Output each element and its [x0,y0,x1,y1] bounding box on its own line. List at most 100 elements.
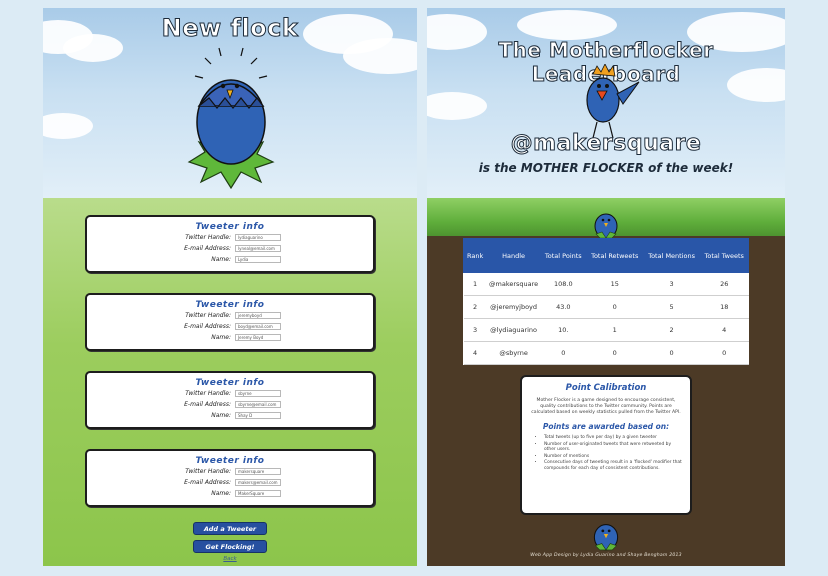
field-row-email: E-mail Address: lyneal@email.com [145,243,373,254]
winner-handle: @makersquare [510,131,702,157]
name-label: Name: [211,490,231,497]
table-row: 2 @jeremyjboyd 43.0 0 5 18 [463,295,749,319]
table-cell: 4 [699,318,749,342]
field-row-handle: Twitter Handle: makersquare [145,466,373,477]
table-cell: 3 [463,318,487,342]
handle-label: Twitter Handle: [185,468,231,475]
table-cell: 2 [463,295,487,319]
table-cell: @sbyrne [486,341,541,365]
table-cell: 18 [699,295,749,319]
handle-label: Twitter Handle: [185,234,231,241]
column-header: Handle [486,238,541,273]
email-input[interactable]: sbyrne@email.com [235,401,281,408]
table-cell: 43.0 [540,295,587,319]
list-item: Consecutive days of tweeting result in a… [544,460,682,471]
table-row: 1 @makersquare 108.0 15 3 26 [463,272,749,296]
tweeter-info-card: Tweeter info Twitter Handle: sbyrne E-mail … [85,371,375,429]
handle-input[interactable]: makersquare [235,468,281,475]
field-row-handle: Twitter Handle: jeremyboyd [145,310,373,321]
calibration-title: Point Calibration [565,383,647,393]
table-cell: 0 [586,341,644,365]
table-row: 3 @lydiaguarino 10. 1 2 4 [463,318,749,342]
email-label: E-mail Address: [184,401,231,408]
new-flock-panel: New flock Tweeter info Twitter Handle: lyd… [43,8,417,566]
table-cell: 0 [699,341,749,365]
calibration-description: Mother Flocker is a game designed to enc… [531,398,681,415]
handle-input[interactable]: sbyrne [235,390,281,397]
table-cell: 2 [643,318,700,342]
tweeter-info-card: Tweeter info Twitter Handle: makersquare E-… [85,449,375,507]
field-row-name: Name: Shay D [145,410,373,421]
name-input[interactable]: Shay D [235,412,281,419]
field-row-name: Name: Lydia [145,254,373,265]
back-link[interactable]: Back [213,556,247,562]
table-cell: @lydiaguarino [486,318,541,342]
name-input[interactable]: Lydia [235,256,281,263]
table-cell: 15 [586,272,644,296]
field-row-email: E-mail Address: makers@email.com [145,477,373,488]
footer-credit: Web App Design by Lydia Guarino and Shay… [530,553,682,558]
column-header: Total Retweets [585,238,644,273]
name-label: Name: [211,256,231,263]
crowned-bird-illustration [586,64,640,139]
table-cell: 108.0 [540,272,587,296]
page-title: New flock [161,14,299,43]
card-title: Tweeter info [195,300,265,310]
name-input[interactable]: MakerSquare [235,490,281,497]
table-cell: @jeremyjboyd [486,295,541,319]
table-cell: 0 [643,341,700,365]
tweeter-info-card: Tweeter info Twitter Handle: lydiaguarino E… [85,215,375,273]
email-label: E-mail Address: [184,479,231,486]
email-label: E-mail Address: [184,245,231,252]
table-cell: 0 [586,295,644,319]
column-header: Total Mentions [642,238,701,273]
get-flocking-button[interactable]: Get Flocking! [193,540,267,553]
column-header: Total Tweets [699,238,749,273]
field-row-handle: Twitter Handle: sbyrne [145,388,373,399]
handle-label: Twitter Handle: [185,390,231,397]
winner-message: is the MOTHER FLOCKER of the week! [478,161,734,175]
name-label: Name: [211,412,231,419]
email-input[interactable]: lyneal@email.com [235,245,281,252]
name-input[interactable]: Jeremy Boyd [235,334,281,341]
awarded-title: Points are awarded based on: [542,422,670,431]
table-cell: 3 [643,272,700,296]
card-title: Tweeter info [195,456,265,466]
column-header: Rank [462,238,488,273]
column-header: Total Points [539,238,587,273]
leaderboard-table: Rank Handle Total Points Total Retweets Tota… [462,238,749,365]
handle-input[interactable]: jeremyboyd [235,312,281,319]
card-title: Tweeter info [195,222,265,232]
field-row-name: Name: MakerSquare [145,488,373,499]
field-row-email: E-mail Address: sbyrne@email.com [145,399,373,410]
table-cell: 5 [643,295,700,319]
table-row: 4 @sbyrne 0 0 0 0 [463,341,749,365]
table-cell: 10. [540,318,587,342]
list-item: Total tweets (up to five per day) by a g… [544,435,682,441]
table-cell: 26 [699,272,749,296]
email-label: E-mail Address: [184,323,231,330]
handle-input[interactable]: lydiaguarino [235,234,281,241]
table-header-row: Rank Handle Total Points Total Retweets Tota… [462,238,749,273]
list-item: Number of mentions [544,454,682,460]
point-calibration-box: Point Calibration Mother Flocker is a ga… [520,375,692,515]
card-title: Tweeter info [195,378,265,388]
list-item: Number of user-originated tweets that we… [544,442,682,453]
tweeter-info-card: Tweeter info Twitter Handle: jeremyboyd E-m… [85,293,375,351]
email-input[interactable]: makers@email.com [235,479,281,486]
small-bird-icon [593,524,619,551]
small-bird-icon [594,213,618,239]
handle-label: Twitter Handle: [185,312,231,319]
hatching-bird-illustration [187,47,275,190]
field-row-name: Name: Jeremy Boyd [145,332,373,343]
table-cell: @makersquare [486,272,541,296]
add-tweeter-button[interactable]: Add a Tweeter [193,522,267,535]
table-cell: 4 [463,341,487,365]
table-cell: 1 [463,272,487,296]
table-cell: 1 [586,318,644,342]
table-cell: 0 [540,341,587,365]
field-row-handle: Twitter Handle: lydiaguarino [145,232,373,243]
rules-list: Total tweets (up to five per day) by a g… [530,435,682,472]
field-row-email: E-mail Address: boyd@email.com [145,321,373,332]
email-input[interactable]: boyd@email.com [235,323,281,330]
